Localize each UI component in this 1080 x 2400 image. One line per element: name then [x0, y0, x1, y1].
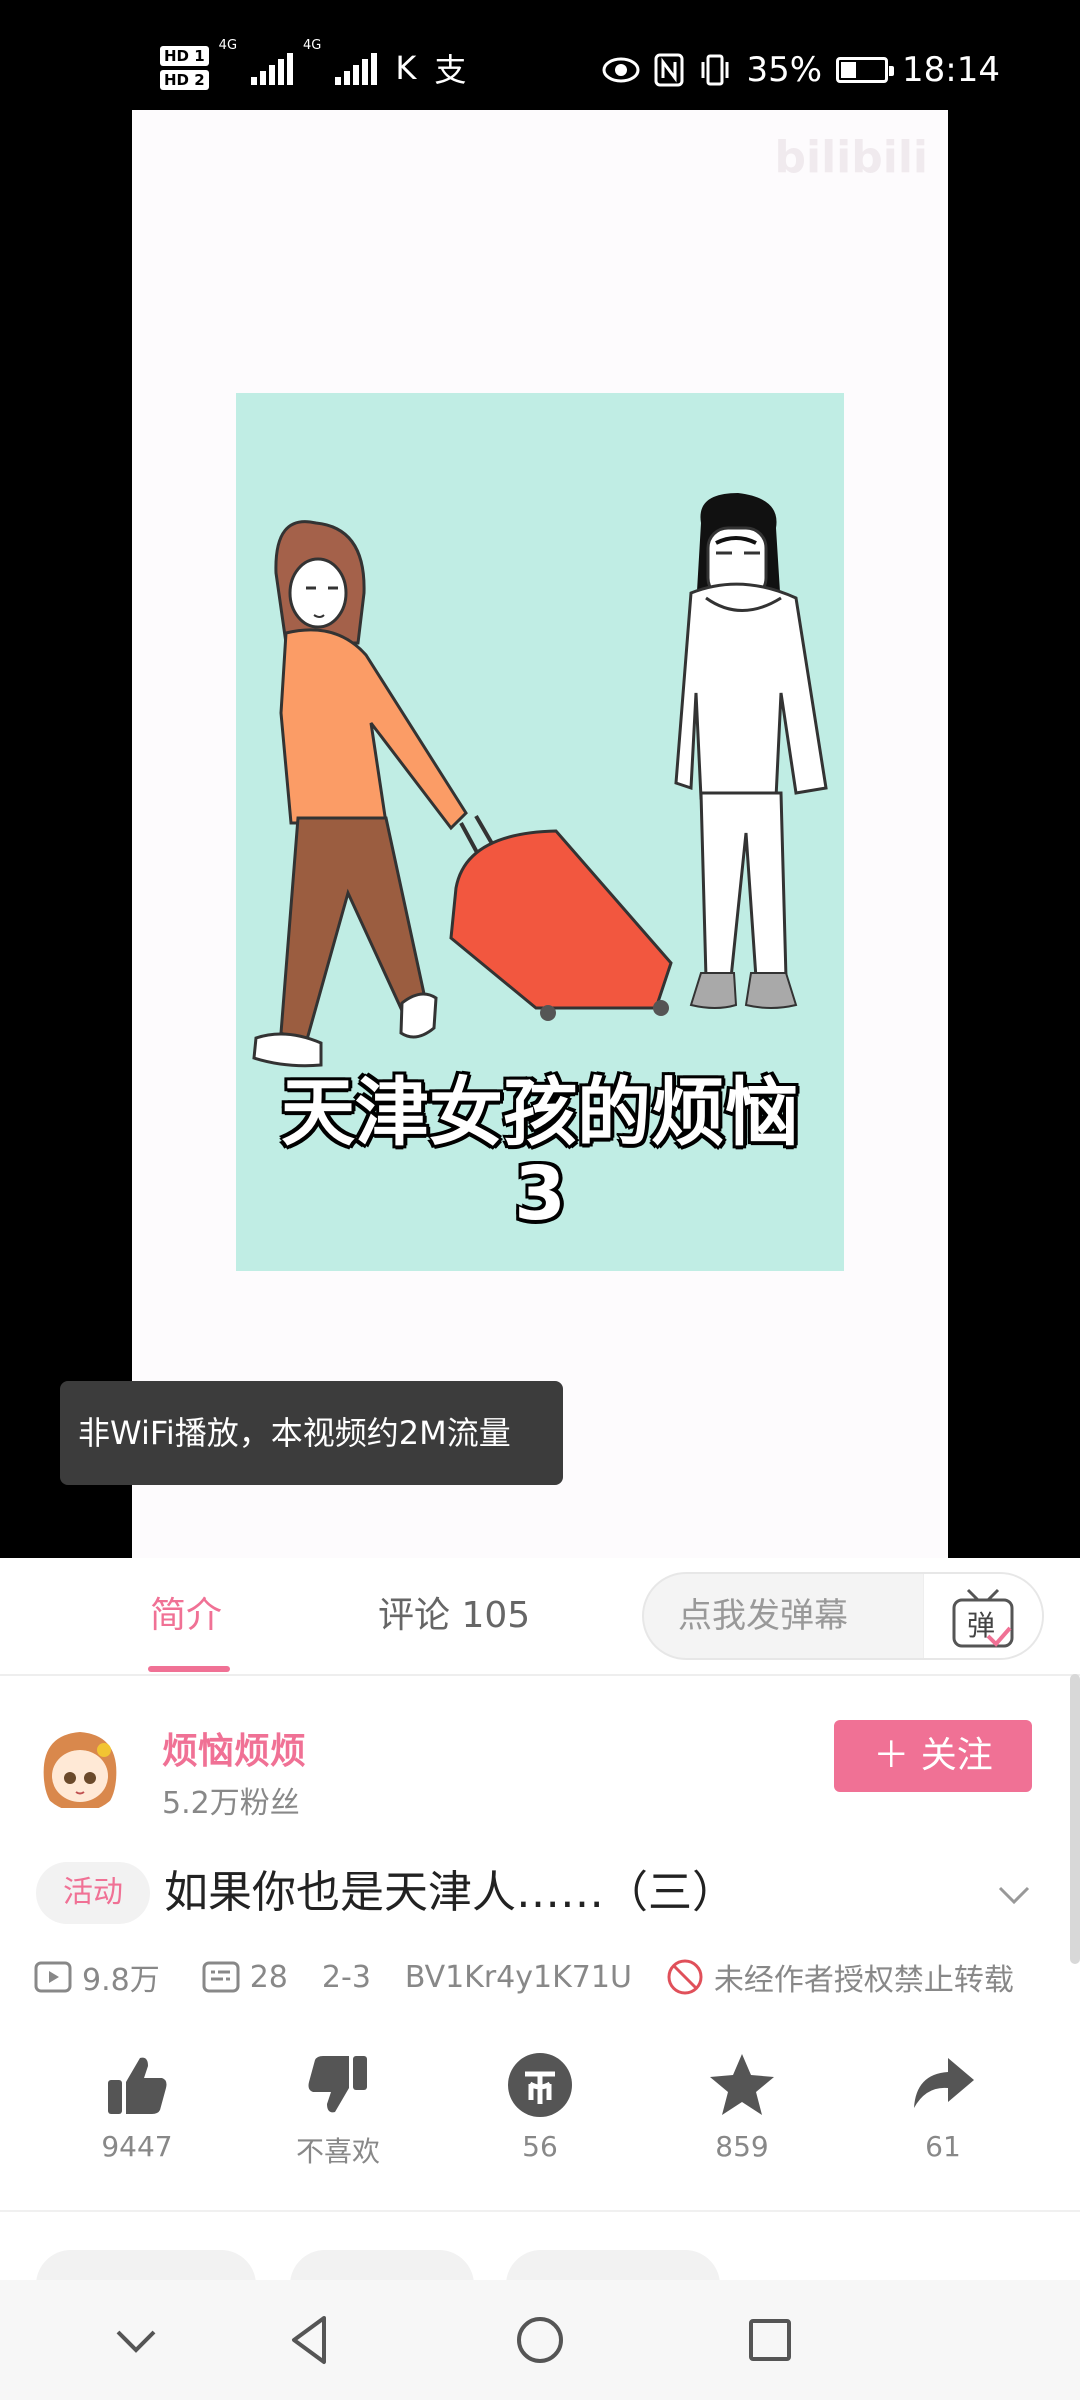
- tab-active-underline: [148, 1666, 230, 1672]
- system-nav-bar: [0, 2280, 1080, 2400]
- video-frame: bilibili 天津女孩的烦恼 3: [132, 110, 948, 1558]
- battery-icon: [836, 57, 895, 83]
- bvid: BV1Kr4y1K71U: [404, 1959, 632, 1995]
- share-button[interactable]: 61: [863, 2050, 1023, 2163]
- video-stats-row: 9.8万 28 2-3 BV1Kr4y1K71U 未经作者授权禁止转载: [34, 1952, 1014, 2002]
- hd2-badge: HD 2: [160, 70, 209, 90]
- copyright-notice: 未经作者授权禁止转载: [713, 1963, 1014, 1998]
- favorite-count: 859: [715, 2130, 769, 2163]
- danmaku-toggle-button[interactable]: 弹: [923, 1574, 1042, 1658]
- video-overlay-number: 3: [513, 1150, 568, 1239]
- tab-intro[interactable]: 简介: [150, 1558, 222, 1674]
- uploader-fans: 5.2万粉丝: [162, 1786, 300, 1821]
- favorite-button[interactable]: 859: [662, 2050, 822, 2163]
- publish-date: 2-3: [321, 1959, 371, 1995]
- section-divider: [0, 2210, 1080, 2212]
- status-bar: HD 1 HD 2 4G 4G K 支 35% 18:14: [0, 0, 1080, 110]
- video-thumbnail: 天津女孩的烦恼 3: [236, 393, 844, 1271]
- no-repost-icon: [667, 1959, 703, 1995]
- avatar-cartoon-icon: [34, 1720, 126, 1812]
- danmaku-input[interactable]: 点我发弹幕 弹: [642, 1572, 1044, 1660]
- follow-button[interactable]: ＋ 关注: [834, 1720, 1032, 1792]
- uploader-name[interactable]: 烦恼烦烦: [162, 1722, 306, 1774]
- action-bar: 9447 不喜欢 56 859 61: [0, 2050, 1080, 2180]
- thumbs-down-icon: [308, 2056, 367, 2113]
- bilibili-watermark: bilibili: [774, 132, 928, 183]
- status-left: HD 1 HD 2 4G 4G K 支: [160, 38, 466, 98]
- scrollbar[interactable]: [1070, 1674, 1080, 1964]
- coin-icon: [508, 2053, 572, 2117]
- like-count: 9447: [101, 2130, 173, 2163]
- danmaku-count-icon: [202, 1961, 240, 1993]
- dislike-button[interactable]: 不喜欢: [258, 2050, 418, 2170]
- uploader-row: 烦恼烦烦 5.2万粉丝 ＋ 关注: [0, 1674, 1080, 1834]
- vibrate-icon: [701, 54, 729, 86]
- chevron-down-icon[interactable]: [996, 1876, 1032, 1912]
- app-notification-icon: K: [395, 49, 417, 87]
- eye-icon: [602, 57, 640, 83]
- thumbs-up-icon: [108, 2057, 167, 2114]
- network1-label: 4G: [218, 38, 238, 53]
- nfc-icon: [654, 53, 684, 87]
- signal2-icon: [335, 51, 378, 85]
- coin-count: 56: [522, 2130, 558, 2163]
- activity-badge[interactable]: 活动: [36, 1862, 150, 1924]
- uploader-avatar[interactable]: [34, 1720, 126, 1812]
- video-player[interactable]: bilibili 天津女孩的烦恼 3 非WiFi播放，本视频约2M流量: [0, 110, 1080, 1558]
- nav-collapse-icon[interactable]: [106, 2310, 166, 2370]
- hd1-badge: HD 1: [160, 46, 209, 66]
- view-count: 9.8万: [82, 1963, 160, 1998]
- network2-label: 4G: [303, 38, 322, 53]
- clock: 18:14: [902, 50, 1000, 90]
- nav-recents-icon[interactable]: [740, 2310, 800, 2370]
- dislike-label: 不喜欢: [295, 2135, 380, 2168]
- battery-percent: 35%: [746, 50, 823, 90]
- danmaku-tv-icon: 弹: [952, 1588, 1014, 1648]
- video-overlay-title: 天津女孩的烦恼: [280, 1069, 801, 1158]
- play-count-icon: [34, 1961, 72, 1993]
- share-arrow-icon: [914, 2058, 974, 2108]
- data-usage-toast: 非WiFi播放，本视频约2M流量: [60, 1381, 563, 1485]
- signal1-icon: [251, 51, 294, 85]
- alipay-notification-icon: 支: [434, 51, 467, 89]
- like-button[interactable]: 9447: [57, 2050, 217, 2163]
- danmaku-count: 28: [249, 1959, 288, 1995]
- nav-home-icon[interactable]: [510, 2310, 570, 2370]
- video-title: 如果你也是天津人……（三）: [164, 1867, 736, 1918]
- tab-comments[interactable]: 评论 105: [378, 1558, 530, 1674]
- coin-button[interactable]: 56: [460, 2050, 620, 2163]
- status-right: 35% 18:14: [602, 40, 1000, 100]
- video-title-row: 活动 如果你也是天津人……（三）: [0, 1858, 1080, 1938]
- share-count: 61: [925, 2130, 961, 2163]
- star-icon: [710, 2054, 774, 2115]
- detail-tabbar: 简介 评论 105 点我发弹幕 弹: [0, 1558, 1080, 1676]
- nav-back-icon[interactable]: [280, 2310, 340, 2370]
- danmaku-placeholder: 点我发弹幕: [678, 1596, 848, 1636]
- hd-indicators: HD 1 HD 2: [160, 46, 209, 90]
